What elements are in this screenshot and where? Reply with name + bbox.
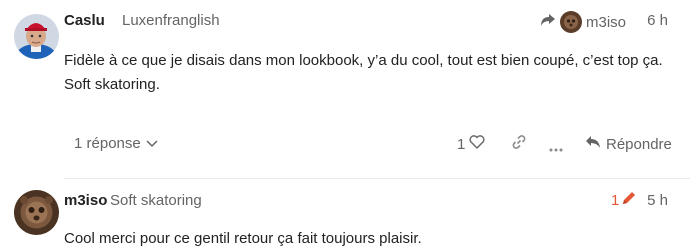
like-button[interactable]: 1: [457, 135, 485, 153]
reply-icon: [585, 135, 606, 153]
post-author-title: Luxenfranglish: [122, 12, 220, 29]
like-count: 1: [457, 135, 466, 153]
reply-button[interactable]: Répondre: [585, 135, 672, 153]
more-actions-button[interactable]: [549, 139, 563, 157]
reply-to-tab[interactable]: m3iso: [540, 10, 626, 34]
post-author-title: Soft skatoring: [110, 192, 202, 209]
replies-count-label: 1 réponse: [74, 135, 141, 152]
pencil-icon: [619, 190, 637, 210]
link-icon: [511, 134, 527, 155]
avatar-caslu[interactable]: [14, 14, 59, 59]
post-author-name[interactable]: m3iso: [64, 192, 107, 209]
post-m3iso: m3iso Soft skatoring 1 5 h Cool merci po…: [0, 178, 690, 252]
share-link-button[interactable]: [511, 134, 527, 155]
reply-arrow-icon: [540, 13, 556, 32]
ellipsis-icon: [549, 139, 563, 157]
post-controls: 1 réponse 1 Répondre: [0, 131, 690, 159]
reply-to-avatar: [560, 11, 582, 33]
post-body: Cool merci pour ce gentil retour ça fait…: [64, 230, 422, 247]
post-caslu: Caslu Luxenfranglish m3iso 6 h Fidèle à …: [0, 0, 690, 178]
edit-count: 1: [611, 191, 620, 209]
avatar-m3iso[interactable]: [14, 190, 59, 235]
reply-to-username: m3iso: [586, 13, 627, 31]
post-author-name[interactable]: Caslu: [64, 12, 105, 29]
chevron-down-icon: [141, 135, 158, 152]
post-edits-indicator[interactable]: 1: [611, 190, 637, 210]
post-body: Fidèle à ce que je disais dans mon lookb…: [64, 52, 663, 93]
heart-icon: [465, 135, 485, 153]
show-replies-button[interactable]: 1 réponse: [74, 135, 158, 152]
post-divider: [64, 178, 690, 179]
post-date[interactable]: 5 h: [647, 192, 668, 209]
reply-button-label: Répondre: [606, 135, 672, 153]
post-date[interactable]: 6 h: [647, 12, 668, 29]
